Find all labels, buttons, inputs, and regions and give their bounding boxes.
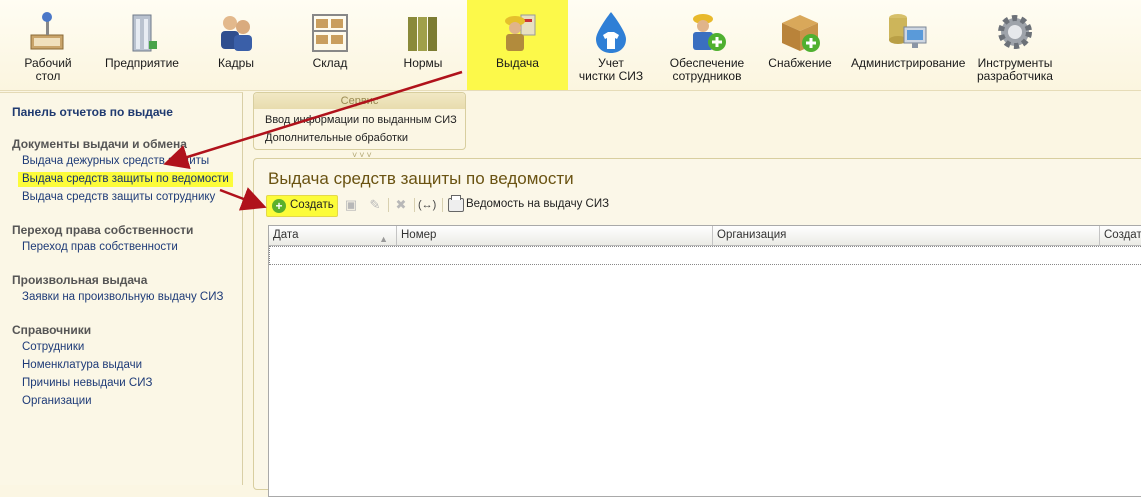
desk-icon [30,12,64,50]
section-norms[interactable]: Нормы [386,0,460,90]
delete-mark-icon[interactable]: ✖ [392,196,410,214]
column-header-organization[interactable]: Организация [713,226,1100,245]
section-hr[interactable]: Кадры [200,0,272,90]
find-in-list-icon[interactable]: (↔) [418,196,436,214]
documents-table[interactable]: Дата ▲ Номер Организация Создат [268,225,1141,497]
nav-link-ownership-transfer[interactable]: Переход прав собственности [22,241,178,253]
toolbar-separator [388,198,389,212]
worker-add-icon [693,14,726,51]
section-label: Рабочий стол [24,56,72,83]
sections-panel: Рабочий стол Предприятие Кадры Склад Нор… [0,0,1141,91]
plus-circle-icon: + [272,199,286,213]
table-header: Дата ▲ Номер Организация Создат [269,226,1141,246]
service-panel-title: Сервис [254,93,465,109]
section-label: Учет чистки СИЗ [578,56,644,83]
column-header-number[interactable]: Номер [397,226,713,245]
section-issue[interactable]: Выдача [467,0,568,90]
people-icon [221,16,252,51]
box-add-icon [782,15,820,52]
print-statement-label: Ведомость на выдачу СИЗ [466,198,610,210]
section-administration[interactable]: Администрирование [851,0,966,90]
section-procurement[interactable]: Снабжение [765,0,835,90]
column-label: Создат [1104,229,1141,241]
toolbar-separator [442,198,443,212]
water-drop-shirt-icon [596,12,626,53]
group-title-catalogs: Справочники [12,323,92,337]
column-label: Номер [401,229,437,241]
create-button[interactable]: + Создать [266,195,338,217]
warehouse-shelves-icon [312,14,348,52]
section-warehouse[interactable]: Склад [294,0,366,90]
section-staff-supply[interactable]: Обеспечение сотрудников [665,0,749,90]
section-label: Склад [312,56,348,70]
section-cleaning[interactable]: Учет чистки СИЗ [575,0,647,90]
navigation-panel: Панель отчетов по выдаче Документы выдач… [0,92,243,485]
building-icon [132,14,157,52]
section-label: Выдача [496,56,539,70]
form-title: Выдача средств защиты по ведомости [268,169,574,188]
nav-link-ppe-issue-by-statement[interactable]: Выдача средств защиты по ведомости [18,172,233,187]
edit-pencil-icon[interactable]: ✎ [366,196,384,214]
group-title-arbitrary-issue: Произвольная выдача [12,273,148,287]
toolbar-separator [414,198,415,212]
nav-link-duty-ppe-issue[interactable]: Выдача дежурных средств защиты [22,155,209,167]
section-label: Снабжение [768,56,832,70]
printer-icon [448,195,464,212]
nav-link-organizations[interactable]: Организации [22,395,92,407]
nav-link-ppe-issue-to-employee[interactable]: Выдача средств защиты сотруднику [22,191,215,203]
group-title-documents: Документы выдачи и обмена [12,137,187,151]
worker-issue-icon [504,14,535,51]
section-enterprise[interactable]: Предприятие [103,0,181,90]
database-monitor-icon [889,14,927,48]
section-label: Нормы [403,56,443,70]
group-title-ownership: Переход права собственности [12,223,194,237]
column-label: Дата [273,229,299,241]
column-header-created[interactable]: Создат [1100,226,1141,245]
section-dev-tools[interactable]: Инструменты разработчика [972,0,1058,90]
service-link-additional-processing[interactable]: Дополнительные обработки [265,132,408,144]
nav-link-issue-nomenclature[interactable]: Номенклатура выдачи [22,359,142,371]
section-desktop[interactable]: Рабочий стол [12,0,84,90]
section-label: Кадры [218,56,254,70]
create-button-label: Создать [290,199,334,211]
column-label: Организация [717,229,787,241]
nav-link-non-issue-reasons[interactable]: Причины невыдачи СИЗ [22,377,152,389]
table-row[interactable] [269,246,1141,265]
service-link-issued-ppe-input[interactable]: Ввод информации по выданным СИЗ [265,114,457,126]
service-panel: Сервис Ввод информации по выданным СИЗ Д… [253,92,466,150]
nav-link-employees[interactable]: Сотрудники [22,341,84,353]
binders-icon [408,17,437,51]
section-label: Администрирование [851,56,966,70]
nav-link-arbitrary-issue-requests[interactable]: Заявки на произвольную выдачу СИЗ [22,291,223,303]
copy-icon[interactable]: ▣ [342,196,360,214]
gear-icon [998,15,1032,49]
section-label: Предприятие [105,56,179,70]
document-list-form: Выдача средств защиты по ведомости + Соз… [253,158,1141,497]
section-label: Инструменты разработчика [977,56,1053,83]
panel-title-reports[interactable]: Панель отчетов по выдаче [12,105,173,119]
column-header-date[interactable]: Дата ▲ [269,226,397,245]
section-label: Обеспечение сотрудников [669,56,745,83]
